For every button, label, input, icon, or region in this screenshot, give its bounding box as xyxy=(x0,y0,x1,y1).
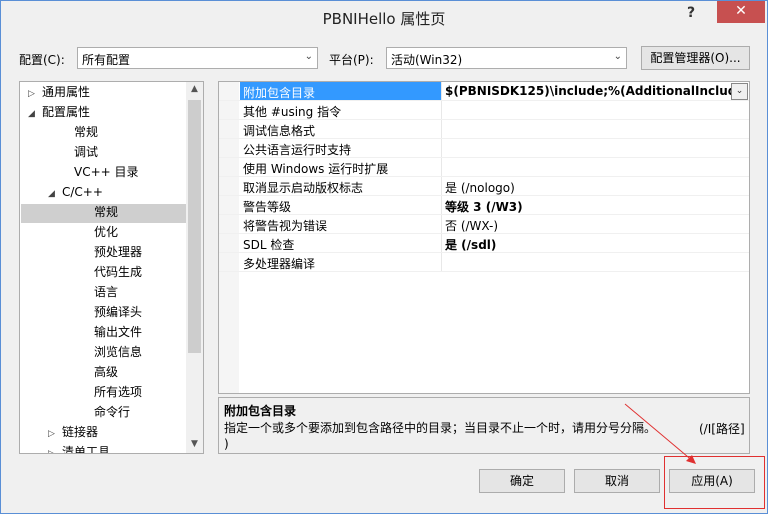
chevron-down-icon: ⌄ xyxy=(304,51,313,62)
tree-item[interactable]: ▷ 链接器 xyxy=(48,422,98,442)
tree-item[interactable]: ▷ 通用属性 xyxy=(28,82,90,102)
description-tail: ) xyxy=(224,437,229,451)
property-name: 警告等级 xyxy=(243,200,292,214)
tree-item[interactable]: 浏览信息 xyxy=(80,342,142,362)
config-label: 配置(C): xyxy=(19,53,65,67)
property-tree: ▷ 通用属性 ◢ 配置属性 常规 调试 VC++ 目录 ◢ C/C++ 常规 优化 预处理器 代码生成语… xyxy=(19,81,204,454)
tree-item[interactable]: 预编译头 xyxy=(80,302,142,322)
platform-label: 平台(P): xyxy=(329,53,374,67)
scroll-down-icon[interactable]: ▼ xyxy=(186,439,203,449)
property-name: SDL 检查 xyxy=(243,238,295,252)
tree-item-label: 链接器 xyxy=(62,425,99,439)
tree-item[interactable]: 常规 xyxy=(80,202,118,222)
tree-item[interactable]: 命令行 xyxy=(80,402,130,422)
property-value[interactable]: 是 (/sdl) xyxy=(445,236,735,253)
description-title: 附加包含目录 xyxy=(224,404,297,418)
property-name: 其他 #using 指令 xyxy=(243,105,342,119)
property-name: 使用 Windows 运行时扩展 xyxy=(243,162,389,176)
description-flag: (/I[路径] xyxy=(699,422,745,436)
property-pages-window: PBNIHello 属性页 ? ✕ 配置(C): 所有配置 ⌄ 平台(P): 活… xyxy=(0,0,768,514)
tree-item-label: VC++ 目录 xyxy=(74,165,139,179)
tree-item[interactable]: VC++ 目录 xyxy=(60,162,139,182)
tree-item-label: 常规 xyxy=(74,125,99,139)
property-value[interactable]: 是 (/nologo) xyxy=(445,179,735,196)
tree-item-label: 输出文件 xyxy=(94,325,143,339)
annotation-highlight-box xyxy=(664,456,765,509)
tree-item-label: 语言 xyxy=(94,285,119,299)
tree-item-label: 优化 xyxy=(94,225,119,239)
help-icon[interactable]: ? xyxy=(677,5,705,25)
config-manager-button[interactable]: 配置管理器(O)... xyxy=(641,46,750,70)
chevron-down-icon[interactable]: ⌄ xyxy=(731,83,748,100)
chevron-down-icon: ⌄ xyxy=(613,51,622,62)
description-body: 指定一个或多个要添加到包含路径中的目录；当目录不止一个时，请用分号分隔。 ) xyxy=(224,420,739,452)
property-row[interactable]: 其他 #using 指令 xyxy=(219,101,749,120)
property-name: 公共语言运行时支持 xyxy=(243,143,352,157)
tree-item[interactable]: 所有选项 xyxy=(80,382,142,402)
description-panel: 附加包含目录 指定一个或多个要添加到包含路径中的目录；当目录不止一个时，请用分号… xyxy=(218,397,750,454)
tree-item-label: 常规 xyxy=(94,205,119,219)
description-text: 指定一个或多个要添加到包含路径中的目录；当目录不止一个时，请用分号分隔。 xyxy=(224,421,657,435)
property-grid: 附加包含目录 $(PBNISDK125)\include;%(Additional… xyxy=(218,81,750,394)
property-value[interactable]: 否 (/WX-) xyxy=(445,217,735,234)
tree-item[interactable]: 输出文件 xyxy=(80,322,142,342)
config-combo-value: 所有配置 xyxy=(82,53,131,67)
property-name: 多处理器编译 xyxy=(243,257,316,271)
property-name: 取消显示启动版权标志 xyxy=(243,181,364,195)
tree-item[interactable]: 优化 xyxy=(80,222,118,242)
tree-scrollbar[interactable]: ▲ ▼ xyxy=(186,82,203,453)
close-icon[interactable]: ✕ xyxy=(717,1,765,23)
title-bar[interactable]: PBNIHello 属性页 ? ✕ xyxy=(1,1,767,35)
property-row[interactable]: 调试信息格式 xyxy=(219,120,749,139)
expand-toggle-icon[interactable]: ▷ xyxy=(48,444,62,453)
property-row[interactable]: 多处理器编译 xyxy=(219,253,749,272)
property-row[interactable]: 警告等级 等级 3 (/W3) xyxy=(219,196,749,215)
scroll-thumb[interactable] xyxy=(188,100,201,353)
property-name: 将警告视为错误 xyxy=(243,219,328,233)
tree-item-label: 配置属性 xyxy=(42,105,91,119)
window-title: PBNIHello 属性页 xyxy=(322,10,446,28)
expand-toggle-icon[interactable]: ▷ xyxy=(48,424,62,444)
tree-item-label: 所有选项 xyxy=(94,385,143,399)
tree-item-label: 预处理器 xyxy=(94,245,143,259)
tree-item[interactable]: 代码生成 xyxy=(80,262,142,282)
expand-toggle-icon[interactable]: ▷ xyxy=(28,84,42,104)
tree-item-label: 浏览信息 xyxy=(94,345,143,359)
property-name: 附加包含目录 xyxy=(243,86,316,100)
property-row[interactable]: 使用 Windows 运行时扩展 xyxy=(219,158,749,177)
cancel-button[interactable]: 取消 xyxy=(574,469,660,493)
property-value[interactable]: $(PBNISDK125)\include;%(AdditionalInclud… xyxy=(445,84,735,98)
property-row[interactable]: 附加包含目录 $(PBNISDK125)\include;%(Additional… xyxy=(219,82,749,101)
tree-item[interactable]: ▷ 清单工具 xyxy=(48,442,111,454)
platform-combo-value: 活动(Win32) xyxy=(391,53,463,67)
tree-item-label: 调试 xyxy=(74,145,99,159)
property-row[interactable]: SDL 检查 是 (/sdl) xyxy=(219,234,749,253)
tree-item[interactable]: 预处理器 xyxy=(80,242,142,262)
tree-item-label: 通用属性 xyxy=(42,85,91,99)
property-value[interactable]: 等级 3 (/W3) xyxy=(445,198,735,215)
tree-item[interactable]: 语言 xyxy=(80,282,118,302)
scroll-up-icon[interactable]: ▲ xyxy=(186,84,203,94)
property-row[interactable]: 取消显示启动版权标志 是 (/nologo) xyxy=(219,177,749,196)
tree-item[interactable]: ◢ 配置属性 xyxy=(28,102,90,122)
config-combo[interactable]: 所有配置 ⌄ xyxy=(77,47,318,69)
tree-item[interactable]: ◢ C/C++ xyxy=(48,182,103,202)
tree-item-label: 高级 xyxy=(94,365,119,379)
expand-toggle-icon[interactable]: ◢ xyxy=(28,104,42,124)
property-row[interactable]: 公共语言运行时支持 xyxy=(219,139,749,158)
expand-toggle-icon[interactable]: ◢ xyxy=(48,184,62,204)
tree-item[interactable]: 常规 xyxy=(60,122,98,142)
tree-item[interactable]: 高级 xyxy=(80,362,118,382)
property-name: 调试信息格式 xyxy=(243,124,316,138)
ok-button[interactable]: 确定 xyxy=(479,469,565,493)
property-row[interactable]: 将警告视为错误 否 (/WX-) xyxy=(219,215,749,234)
tree-item-label: 清单工具 xyxy=(62,445,111,454)
tree-item-label: 预编译头 xyxy=(94,305,143,319)
tree-item-label: C/C++ xyxy=(62,185,103,199)
tree-item-label: 代码生成 xyxy=(94,265,143,279)
tree-item[interactable]: 调试 xyxy=(60,142,98,162)
tree-item-label: 命令行 xyxy=(94,405,131,419)
platform-combo[interactable]: 活动(Win32) ⌄ xyxy=(386,47,627,69)
